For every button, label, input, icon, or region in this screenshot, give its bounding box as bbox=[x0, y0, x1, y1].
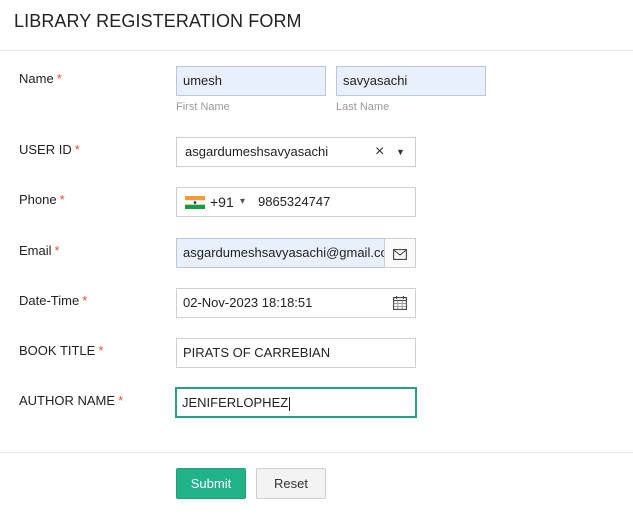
user-id-label: USER ID * bbox=[19, 142, 80, 157]
book-title-input[interactable]: PIRATS OF CARREBIAN bbox=[176, 338, 416, 368]
user-id-select[interactable]: asgardumeshsavyasachi × ▼ bbox=[176, 137, 416, 167]
submit-button[interactable]: Submit bbox=[176, 468, 246, 499]
phone-label-text: Phone bbox=[19, 192, 57, 207]
author-name-value-wrap: JENIFERLOPHEZ bbox=[182, 389, 291, 416]
clear-icon[interactable]: × bbox=[375, 138, 384, 166]
author-name-label: AUTHOR NAME * bbox=[19, 393, 123, 408]
book-title-label: BOOK TITLE * bbox=[19, 343, 103, 358]
phone-input[interactable]: +91 ▾ 9865324747 bbox=[176, 187, 416, 217]
required-mark: * bbox=[56, 71, 62, 86]
book-title-label-text: BOOK TITLE bbox=[19, 343, 96, 358]
email-value: asgardumeshsavyasachi@gmail.con bbox=[183, 245, 386, 260]
datetime-value: 02-Nov-2023 18:18:51 bbox=[183, 295, 313, 310]
author-name-value: JENIFERLOPHEZ bbox=[182, 395, 289, 410]
required-mark: * bbox=[54, 243, 60, 258]
name-label: Name * bbox=[19, 71, 62, 86]
reset-button[interactable]: Reset bbox=[256, 468, 326, 499]
required-mark: * bbox=[74, 142, 80, 157]
form-title: LIBRARY REGISTERATION FORM bbox=[14, 11, 302, 31]
last-name-value: savyasachi bbox=[343, 73, 408, 88]
chevron-down-icon[interactable]: ▼ bbox=[396, 138, 405, 166]
phone-label: Phone * bbox=[19, 192, 65, 207]
text-caret bbox=[289, 396, 291, 411]
last-name-hint: Last Name bbox=[336, 101, 390, 113]
form-header: LIBRARY REGISTERATION FORM bbox=[0, 0, 633, 51]
datetime-input[interactable]: 02-Nov-2023 18:18:51 bbox=[176, 288, 416, 318]
first-name-value: umesh bbox=[183, 73, 223, 88]
email-label: Email * bbox=[19, 243, 60, 258]
required-mark: * bbox=[59, 192, 65, 207]
user-id-label-text: USER ID bbox=[19, 142, 72, 157]
user-id-value: asgardumeshsavyasachi bbox=[185, 144, 329, 159]
country-code[interactable]: +91 bbox=[210, 188, 234, 216]
author-name-label-text: AUTHOR NAME bbox=[19, 393, 116, 408]
email-addon bbox=[384, 238, 416, 268]
last-name-input[interactable]: savyasachi bbox=[336, 66, 486, 96]
email-input[interactable]: asgardumeshsavyasachi@gmail.con bbox=[176, 238, 386, 268]
country-dropdown-icon[interactable]: ▾ bbox=[240, 188, 245, 216]
datetime-label-text: Date-Time bbox=[19, 293, 80, 308]
datetime-label: Date-Time * bbox=[19, 293, 87, 308]
required-mark: * bbox=[98, 343, 104, 358]
first-name-input[interactable]: umesh bbox=[176, 66, 326, 96]
author-name-input[interactable]: JENIFERLOPHEZ bbox=[175, 387, 417, 418]
required-mark: * bbox=[118, 393, 124, 408]
book-title-value: PIRATS OF CARREBIAN bbox=[183, 345, 331, 360]
required-mark: * bbox=[82, 293, 88, 308]
envelope-icon bbox=[393, 248, 407, 263]
name-label-text: Name bbox=[19, 71, 54, 86]
footer-divider bbox=[0, 452, 633, 453]
first-name-hint: First Name bbox=[176, 101, 230, 113]
india-flag-icon[interactable] bbox=[185, 196, 205, 209]
calendar-icon[interactable] bbox=[393, 296, 407, 313]
email-label-text: Email bbox=[19, 243, 52, 258]
phone-number-value: 9865324747 bbox=[258, 194, 331, 209]
